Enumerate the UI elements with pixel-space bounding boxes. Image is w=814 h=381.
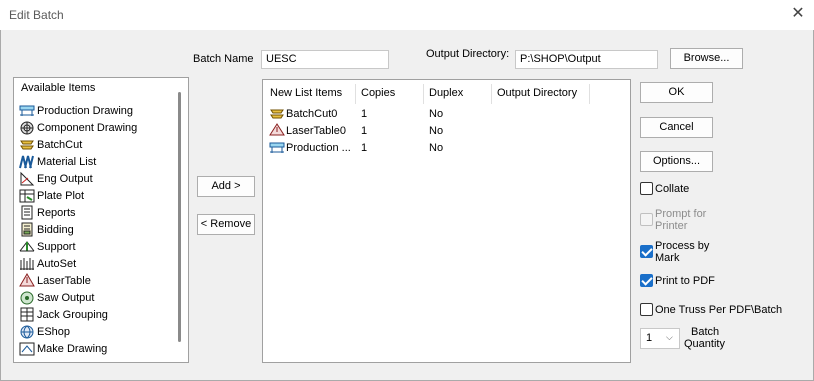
column-header-name[interactable]: New List Items: [270, 87, 342, 99]
collate-checkbox-box[interactable]: [640, 182, 653, 195]
list-item-label: Reports: [37, 206, 76, 219]
list-item[interactable]: AutoSet: [19, 255, 76, 272]
batch-quantity-label: Batch: [691, 326, 720, 338]
one-truss-per-pdf-checkbox-box[interactable]: [640, 303, 653, 316]
column-header-duplex[interactable]: Duplex: [429, 87, 463, 99]
lasertable-icon: [19, 273, 35, 288]
row-name: LaserTable0: [286, 125, 346, 137]
batch-quantity-label: Quantity: [684, 338, 725, 350]
list-item[interactable]: Reports: [19, 204, 76, 221]
row-duplex: No: [429, 108, 444, 120]
list-item-label: LaserTable: [37, 274, 91, 287]
title-bar: Edit Batch ✕: [0, 0, 814, 30]
print-to-pdf-checkbox-box[interactable]: [640, 274, 653, 287]
row-duplex: No: [429, 125, 444, 137]
browse-button[interactable]: Browse...: [670, 48, 743, 69]
list-item[interactable]: Material List: [19, 153, 96, 170]
list-item-label: Support: [37, 240, 76, 253]
list-item[interactable]: Make Drawing: [19, 340, 107, 357]
row-copies: 1: [361, 142, 368, 154]
chevron-down-icon[interactable]: ⌵: [666, 332, 673, 343]
component-drawing-icon: [19, 120, 35, 135]
column-divider: [589, 84, 590, 104]
column-header-output-directory[interactable]: Output Directory: [497, 87, 577, 99]
batchcut-icon: [269, 106, 285, 120]
make-drawing-icon: [19, 341, 35, 356]
list-item-label: Saw Output: [37, 291, 95, 304]
available-items-scrollbar[interactable]: [178, 92, 181, 342]
list-item[interactable]: BatchCut: [19, 136, 82, 153]
list-item-label: BatchCut: [37, 138, 83, 151]
batchcut-icon: [19, 137, 35, 152]
new-list-items-list[interactable]: New List Items Copies Duplex Output Dire…: [262, 79, 631, 363]
list-item[interactable]: Saw Output: [19, 289, 94, 306]
support-icon: [19, 239, 35, 254]
eng-output-icon: [19, 171, 35, 186]
list-item[interactable]: EShop: [19, 323, 70, 340]
material-list-icon: [19, 154, 35, 169]
one-truss-per-pdf-label: One Truss Per PDF\Batch: [655, 304, 783, 316]
remove-button[interactable]: < Remove: [197, 214, 255, 235]
list-item[interactable]: Component Drawing: [19, 119, 137, 136]
available-items-header: Available Items: [21, 82, 96, 94]
batch-quantity-value: 1: [646, 332, 653, 344]
output-directory-input[interactable]: P:\SHOP\Output: [515, 50, 658, 69]
row-copies: 1: [361, 108, 368, 120]
saw-output-icon: [19, 290, 35, 305]
jack-grouping-icon: [19, 307, 35, 322]
bidding-icon: [19, 222, 35, 237]
cancel-button[interactable]: Cancel: [640, 117, 713, 138]
column-divider: [355, 84, 356, 104]
list-item[interactable]: Production Drawing: [19, 102, 133, 119]
add-button[interactable]: Add >: [197, 176, 255, 197]
row-copies: 1: [361, 125, 368, 137]
column-divider: [491, 84, 492, 104]
batch-quantity-select[interactable]: 1 ⌵: [640, 328, 680, 349]
prompt-for-printer-label: Printer: [655, 220, 688, 232]
reports-icon: [19, 205, 35, 220]
ok-button[interactable]: OK: [640, 82, 713, 103]
row-name: Production ...: [286, 142, 351, 154]
close-icon[interactable]: ✕: [789, 5, 807, 23]
list-item-label: Jack Grouping: [37, 308, 108, 321]
column-header-copies[interactable]: Copies: [361, 87, 395, 99]
list-item[interactable]: Eng Output: [19, 170, 93, 187]
list-item-label: Material List: [37, 155, 97, 168]
list-item-label: AutoSet: [37, 257, 77, 270]
options-button[interactable]: Options...: [640, 151, 713, 172]
process-by-mark-label: Mark: [655, 252, 680, 264]
list-item[interactable]: Jack Grouping: [19, 306, 108, 323]
process-by-mark-label: Process by: [655, 240, 710, 252]
list-item[interactable]: Plate Plot: [19, 187, 84, 204]
production-drawing-icon: [269, 140, 285, 154]
collate-label: Collate: [655, 183, 690, 195]
list-item-label: Plate Plot: [37, 189, 85, 202]
print-to-pdf-label: Print to PDF: [655, 275, 715, 287]
list-item-label: Bidding: [37, 223, 74, 236]
process-by-mark-checkbox-box[interactable]: [640, 245, 653, 258]
list-item-label: Eng Output: [37, 172, 93, 185]
window-title: Edit Batch: [9, 8, 64, 22]
prompt-for-printer-label: Prompt for: [655, 208, 707, 220]
output-directory-label: Output Directory:: [426, 48, 510, 60]
autoset-icon: [19, 256, 35, 271]
batch-name-input[interactable]: UESC: [261, 50, 389, 69]
list-item-label: Production Drawing: [37, 104, 133, 117]
eshop-icon: [19, 324, 35, 339]
production-drawing-icon: [19, 103, 35, 118]
prompt-for-printer-checkbox-box[interactable]: [640, 213, 653, 226]
list-item-label: Make Drawing: [37, 342, 108, 355]
batch-name-label: Batch Name: [193, 53, 254, 65]
row-duplex: No: [429, 142, 444, 154]
list-item[interactable]: Support: [19, 238, 76, 255]
column-divider: [423, 84, 424, 104]
list-item[interactable]: Bidding: [19, 221, 74, 238]
available-items-list[interactable]: Available Items Production Drawing Compon…: [13, 77, 189, 363]
row-name: BatchCut0: [286, 108, 338, 120]
plate-plot-icon: [19, 188, 35, 203]
list-item-label: EShop: [37, 325, 71, 338]
list-item[interactable]: LaserTable: [19, 272, 91, 289]
list-item-label: Component Drawing: [37, 121, 138, 134]
lasertable-icon: [269, 123, 285, 137]
